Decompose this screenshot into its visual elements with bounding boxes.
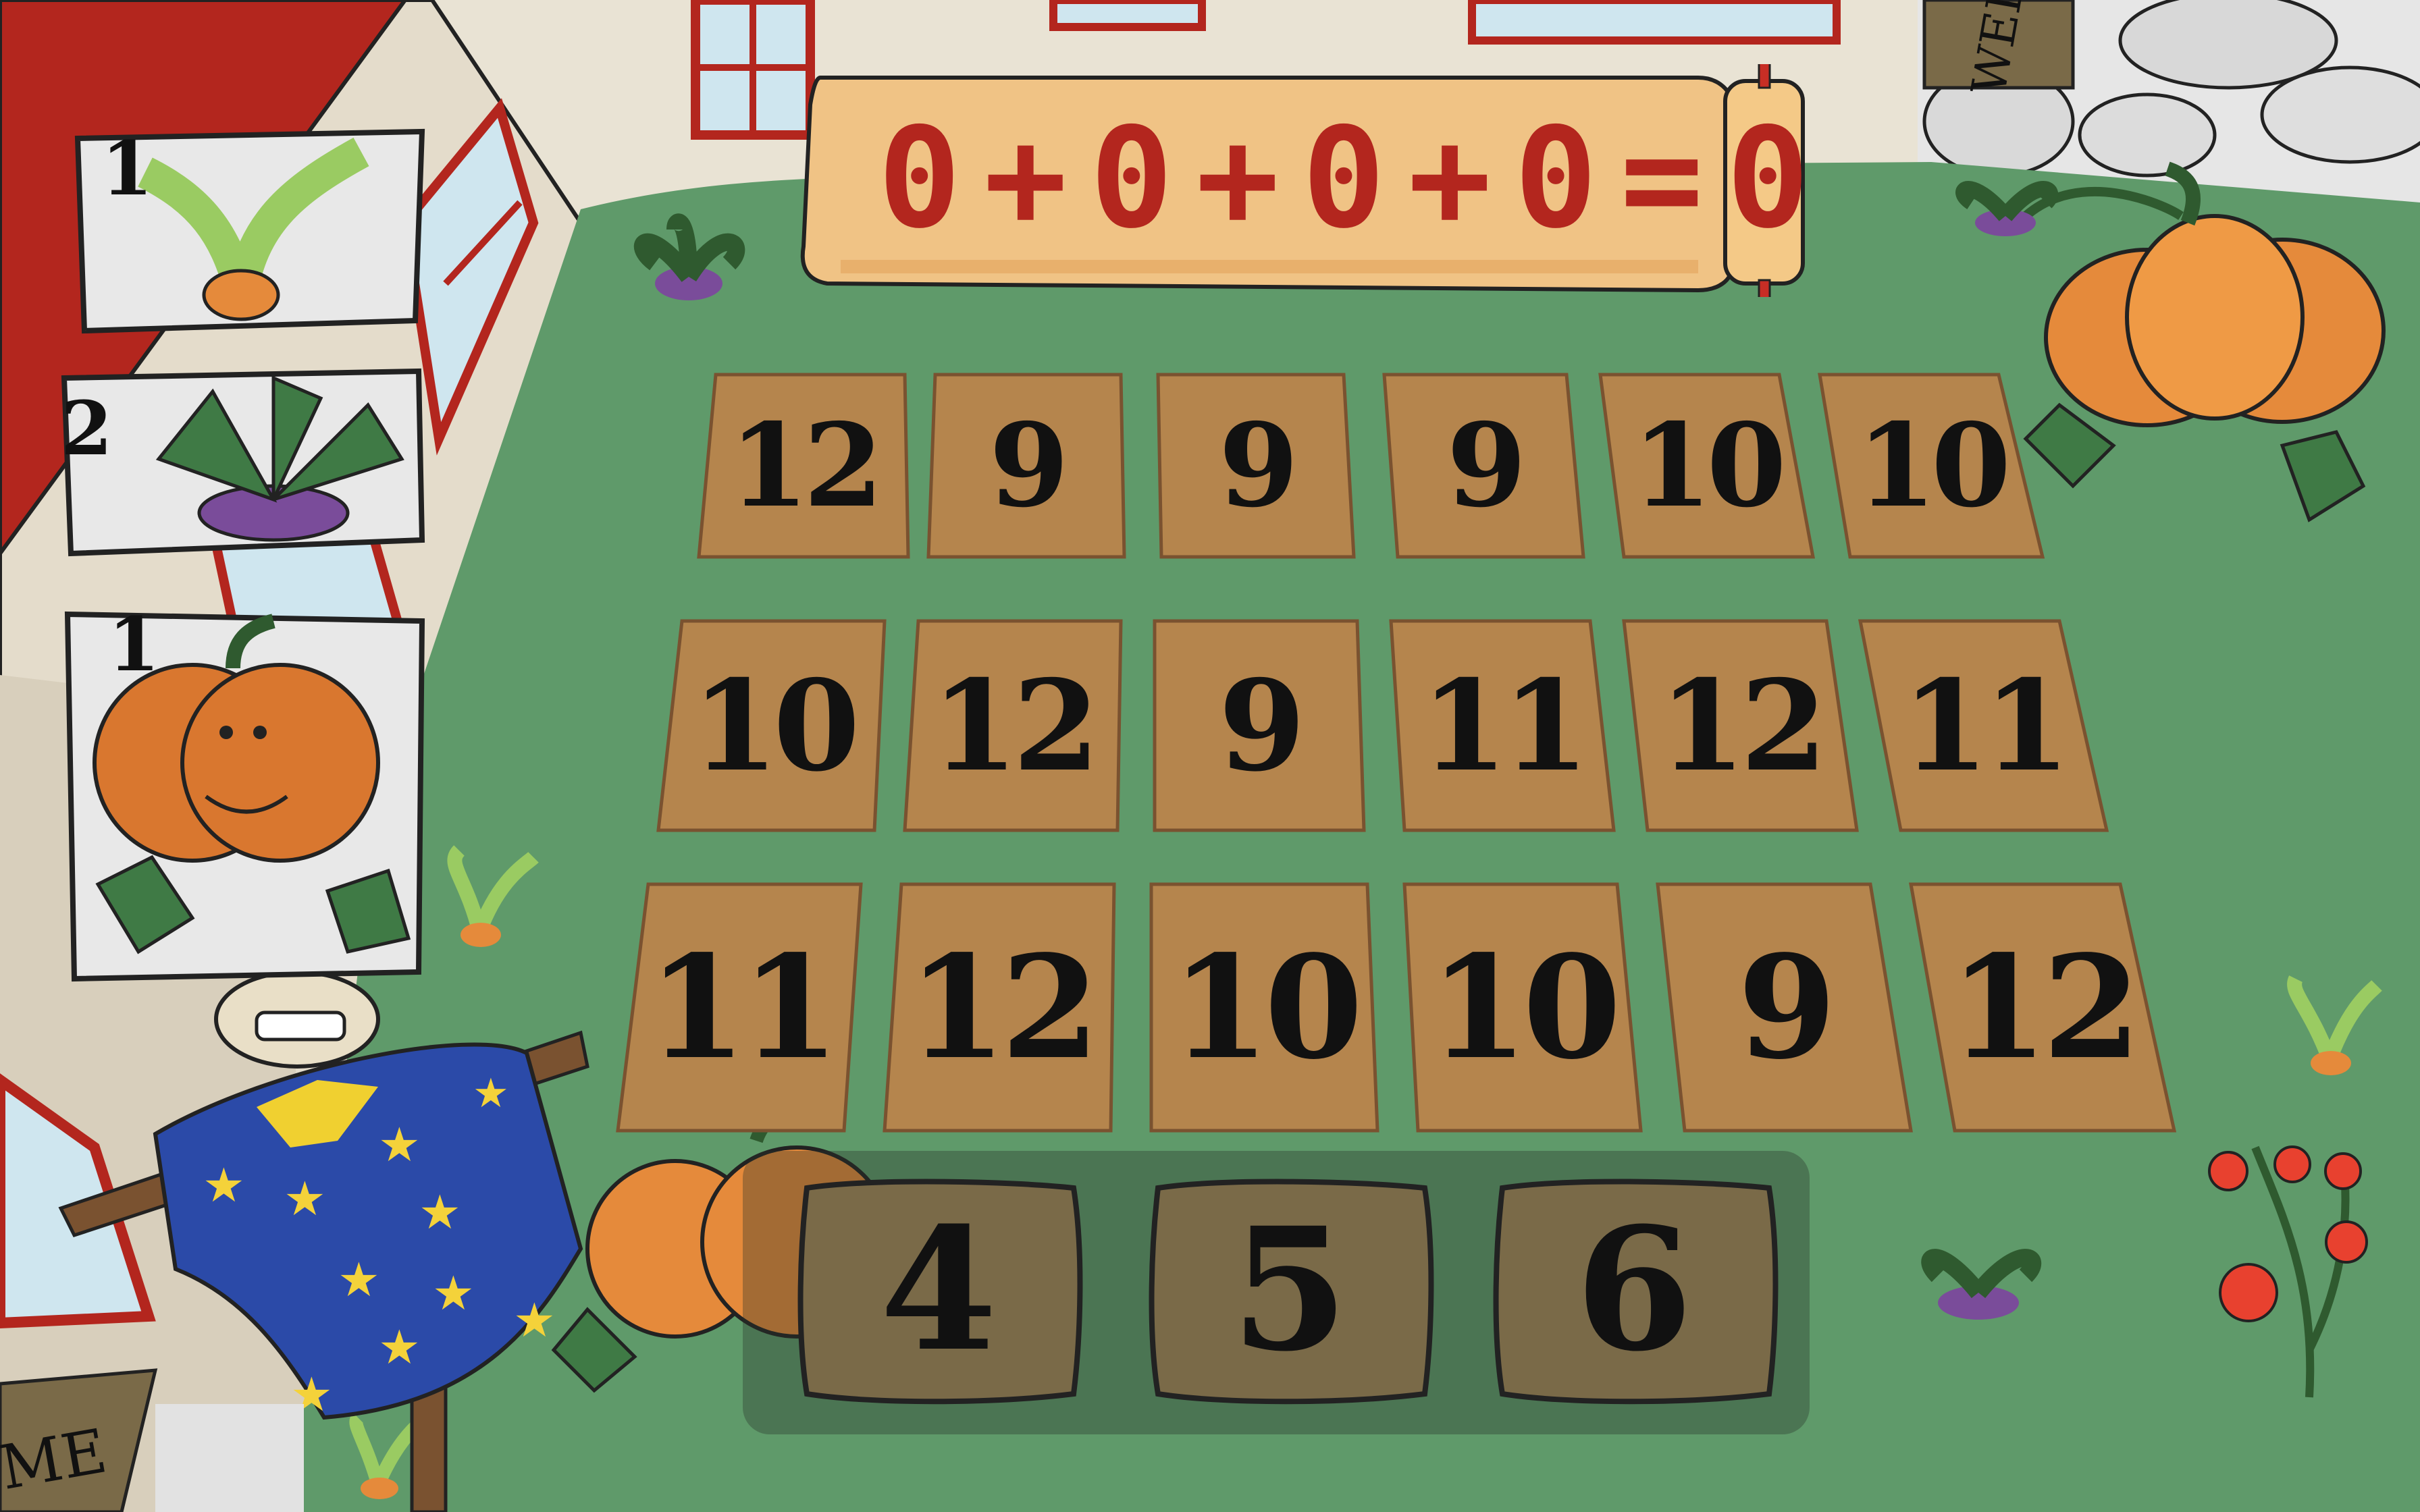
tile-value: 12 bbox=[1658, 652, 1827, 799]
tile-value: 9 bbox=[989, 398, 1069, 533]
board-tile[interactable]: 9 bbox=[925, 373, 1128, 559]
board-tile[interactable]: 9 bbox=[1382, 373, 1585, 559]
tile-value: 9 bbox=[1737, 924, 1836, 1091]
tile-value: 11 bbox=[1901, 652, 2070, 799]
answer-card[interactable]: 5 bbox=[1141, 1171, 1438, 1407]
board-tile[interactable]: 12 bbox=[1909, 882, 2177, 1133]
pumpkin-count: 1 bbox=[108, 601, 160, 688]
board-tile[interactable]: 11 bbox=[1858, 619, 2109, 832]
tile-value: 11 bbox=[1421, 652, 1589, 799]
board-tile[interactable]: 12 bbox=[903, 619, 1123, 832]
board-tile[interactable]: 10 bbox=[1402, 882, 1643, 1133]
board-tile[interactable]: 9 bbox=[1153, 619, 1366, 832]
plus-sign: + bbox=[1408, 98, 1492, 259]
tile-value: 11 bbox=[648, 924, 839, 1091]
tile-value: 10 bbox=[1632, 398, 1787, 533]
equation-result: 0 bbox=[1726, 98, 1810, 259]
tile-value: 10 bbox=[1429, 924, 1621, 1091]
equals-sign: = bbox=[1620, 98, 1704, 259]
plus-sign: + bbox=[984, 98, 1068, 259]
board-tile[interactable]: 10 bbox=[1598, 373, 1816, 559]
answer-card[interactable]: 6 bbox=[1485, 1171, 1783, 1407]
equation-term-2: 0 bbox=[1090, 98, 1174, 259]
svg-text:★: ★ bbox=[513, 1293, 556, 1348]
tile-value: 10 bbox=[1856, 398, 2011, 533]
board-tile[interactable]: 11 bbox=[1389, 619, 1616, 832]
board-tile[interactable]: 11 bbox=[616, 882, 864, 1133]
answer-value: 6 bbox=[1575, 1190, 1693, 1388]
tile-value: 9 bbox=[1446, 398, 1526, 533]
answer-value: 5 bbox=[1231, 1190, 1348, 1388]
board-tile[interactable]: 10 bbox=[1818, 373, 2045, 559]
equation-term-1: 0 bbox=[878, 98, 962, 259]
pumpkin-counter: 1 bbox=[57, 601, 432, 986]
answer-card[interactable]: 4 bbox=[790, 1171, 1087, 1407]
tile-value: 10 bbox=[1171, 924, 1363, 1091]
svg-text:★: ★ bbox=[419, 1185, 461, 1240]
svg-text:★: ★ bbox=[378, 1117, 421, 1172]
tile-value: 12 bbox=[729, 398, 884, 533]
board-tile[interactable]: 12 bbox=[883, 882, 1117, 1133]
board-tile[interactable]: 9 bbox=[1656, 882, 1913, 1133]
carrot-count: 1 bbox=[101, 125, 153, 212]
svg-text:★: ★ bbox=[203, 1158, 245, 1213]
equation-display: 0 + 0 + 0 + 0 = 0 bbox=[878, 101, 1810, 256]
svg-text:★: ★ bbox=[432, 1266, 475, 1321]
carrot-counter: 1 bbox=[64, 118, 432, 341]
equation-term-4: 0 bbox=[1514, 98, 1598, 259]
turnip-count: 2 bbox=[61, 385, 113, 472]
answer-value: 4 bbox=[880, 1190, 997, 1388]
tile-value: 12 bbox=[931, 652, 1099, 799]
board-tile[interactable]: 10 bbox=[656, 619, 888, 832]
board-tile[interactable]: 10 bbox=[1149, 882, 1379, 1133]
svg-text:★: ★ bbox=[473, 1070, 509, 1117]
svg-text:★: ★ bbox=[338, 1252, 380, 1307]
board-tile[interactable]: 9 bbox=[1156, 373, 1356, 559]
plus-sign: + bbox=[1196, 98, 1280, 259]
board-tile[interactable]: 12 bbox=[1622, 619, 1859, 832]
turnip-counter: 2 bbox=[51, 358, 436, 560]
board-tile[interactable]: 12 bbox=[695, 373, 912, 559]
svg-text:★: ★ bbox=[378, 1320, 421, 1375]
tile-value: 9 bbox=[1218, 652, 1306, 799]
tile-value: 12 bbox=[1949, 924, 2141, 1091]
tile-value: 10 bbox=[691, 652, 860, 799]
tile-value: 12 bbox=[908, 924, 1099, 1091]
tile-value: 9 bbox=[1218, 398, 1298, 533]
svg-text:★: ★ bbox=[284, 1171, 326, 1226]
equation-term-3: 0 bbox=[1302, 98, 1386, 259]
game-scene: ★ ★ ★ ★ ★ ★ ★ ★ ★ ★ WEL ME 0 + 0 + 0 + 0… bbox=[0, 0, 2420, 1512]
